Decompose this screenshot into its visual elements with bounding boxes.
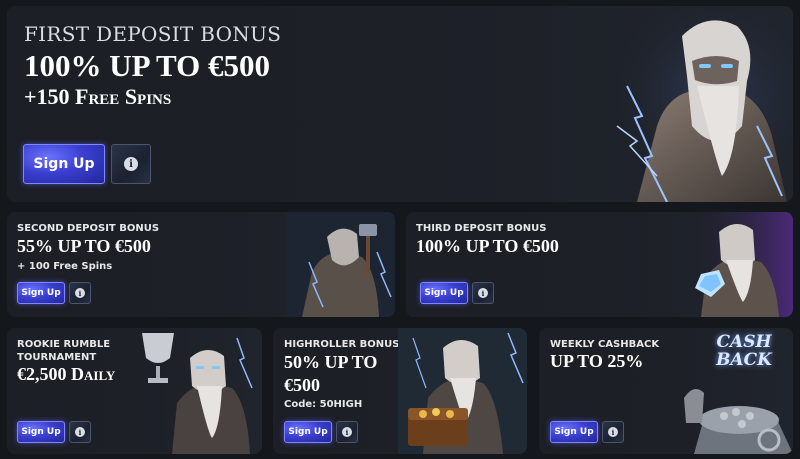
info-icon: i bbox=[478, 288, 488, 298]
god-with-trophy-image bbox=[142, 333, 253, 454]
info-icon: i bbox=[342, 427, 352, 437]
info-button[interactable]: i bbox=[336, 421, 358, 443]
sign-up-label: Sign Up bbox=[33, 156, 95, 172]
promo-subtitle: Rookie Rumble Tournament bbox=[17, 339, 111, 363]
promo-title: 50% up to €500 bbox=[284, 352, 378, 396]
promo-title: up to 25% bbox=[550, 351, 644, 371]
promo-extra: Code: 50HIGH bbox=[284, 399, 363, 410]
promo-card-highroller: Highroller Bonus 50% up to €500 Code: 50… bbox=[273, 328, 527, 454]
sign-up-label: Sign Up bbox=[554, 427, 594, 437]
sign-up-label: Sign Up bbox=[424, 288, 464, 298]
promo-subtitle: Second Deposit Bonus bbox=[17, 223, 160, 234]
promo-subtitle: Third Deposit Bonus bbox=[416, 223, 547, 234]
sign-up-button[interactable]: Sign Up bbox=[17, 421, 65, 443]
promo-title: 100% up to €500 bbox=[24, 48, 271, 83]
sign-up-button[interactable]: Sign Up bbox=[550, 421, 598, 443]
sign-up-label: Sign Up bbox=[288, 427, 328, 437]
info-button[interactable]: i bbox=[111, 144, 151, 184]
sign-up-label: Sign Up bbox=[21, 427, 61, 437]
sign-up-button[interactable]: Sign Up bbox=[284, 421, 332, 443]
promo-card-weekly-cashback: Weekly Cashback up to 25% Sign Up i CASH… bbox=[539, 328, 793, 454]
promo-subtitle: First Deposit Bonus bbox=[24, 22, 282, 46]
promo-title: 100% up to €500 bbox=[416, 236, 559, 256]
promo-card-third-deposit: Third Deposit Bonus 100% up to €500 Sign… bbox=[406, 212, 793, 317]
promo-title: 55% up to €500 bbox=[17, 236, 151, 256]
info-button[interactable]: i bbox=[69, 421, 91, 443]
promo-extra: +150 Free Spins bbox=[24, 84, 172, 109]
god-with-treasure-chest-image bbox=[398, 328, 527, 454]
hammer-warrior-image bbox=[287, 212, 395, 317]
info-icon: i bbox=[124, 157, 138, 171]
god-with-diamonds-image bbox=[681, 212, 793, 317]
promo-title: €2,500 Daily bbox=[17, 364, 116, 384]
info-icon: i bbox=[75, 288, 85, 298]
promo-card-first-deposit: First Deposit Bonus 100% up to €500 +150… bbox=[7, 6, 793, 202]
sign-up-button[interactable]: Sign Up bbox=[23, 144, 105, 184]
promo-card-second-deposit: Second Deposit Bonus 55% up to €500 + 10… bbox=[7, 212, 395, 317]
cash-back-art-text: CASH BACK bbox=[716, 332, 772, 370]
promo-card-rookie-rumble: Rookie Rumble Tournament €2,500 Daily Si… bbox=[7, 328, 262, 454]
sign-up-button[interactable]: Sign Up bbox=[420, 282, 468, 304]
sign-up-button[interactable]: Sign Up bbox=[17, 282, 65, 304]
info-button[interactable]: i bbox=[602, 421, 624, 443]
thunder-god-lightning-image bbox=[597, 6, 793, 202]
info-icon: i bbox=[608, 427, 618, 437]
info-icon: i bbox=[75, 427, 85, 437]
promo-subtitle: Highroller Bonus bbox=[284, 339, 400, 350]
promo-extra: + 100 Free Spins bbox=[17, 261, 113, 272]
info-button[interactable]: i bbox=[69, 282, 91, 304]
promo-subtitle: Weekly Cashback bbox=[550, 339, 660, 350]
info-button[interactable]: i bbox=[472, 282, 494, 304]
sign-up-label: Sign Up bbox=[21, 288, 61, 298]
